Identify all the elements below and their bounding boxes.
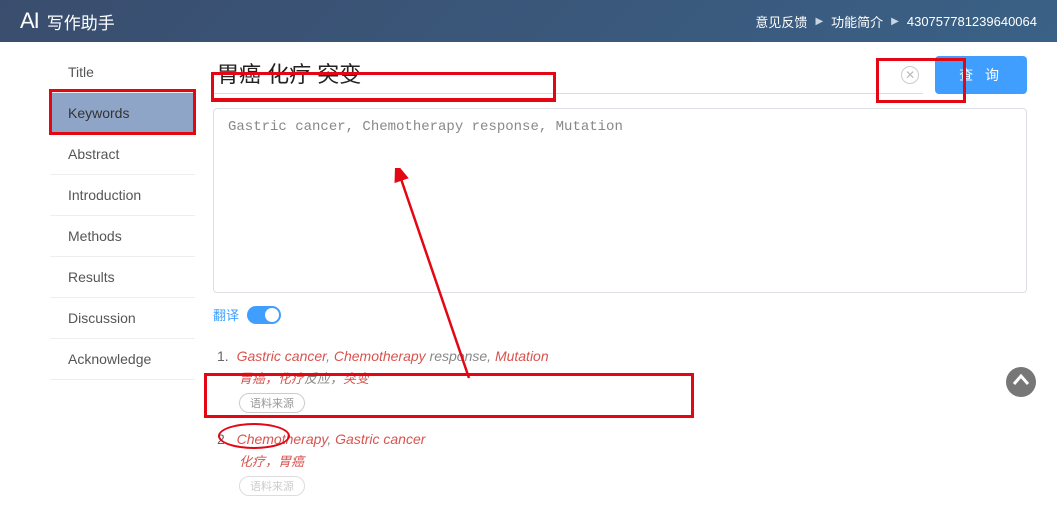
- source-button[interactable]: 语料来源: [239, 476, 305, 496]
- result-cn[interactable]: 化疗，胃癌: [239, 451, 1027, 470]
- search-input-wrap: ✕: [213, 56, 923, 94]
- scroll-top-button[interactable]: [1001, 362, 1041, 402]
- translate-label: 翻译: [213, 305, 239, 324]
- user-id[interactable]: 430757781239640064: [907, 14, 1037, 29]
- result-cn[interactable]: 胃癌，化疗反应，突变: [239, 368, 1027, 387]
- clear-icon[interactable]: ✕: [901, 66, 919, 84]
- translate-row: 翻译: [213, 305, 1027, 324]
- header: AI 写作助手 意见反馈 ▶ 功能简介 ▶ 430757781239640064: [0, 0, 1057, 42]
- chevron-right-icon: ▶: [815, 16, 823, 27]
- main-panel: ✕ 查 询 Gastric cancer, Chemotherapy respo…: [195, 42, 1057, 514]
- result-item: 1. Gastric cancer, Chemotherapy response…: [217, 348, 1027, 413]
- search-input[interactable]: [217, 60, 895, 86]
- sidebar-item-results[interactable]: Results: [50, 257, 195, 298]
- result-item: 2. Chemotherapy, Gastric cancer 化疗，胃癌 语料…: [217, 431, 1027, 496]
- results-list: 1. Gastric cancer, Chemotherapy response…: [213, 348, 1027, 496]
- chevron-right-icon: ▶: [891, 16, 899, 27]
- sidebar-item-title[interactable]: Title: [50, 52, 195, 93]
- sidebar: Title Keywords Abstract Introduction Met…: [0, 42, 195, 514]
- result-en[interactable]: Chemotherapy, Gastric cancer: [237, 431, 426, 447]
- query-button[interactable]: 查 询: [935, 56, 1027, 94]
- translate-toggle[interactable]: [247, 306, 281, 324]
- result-en[interactable]: Gastric cancer, Chemotherapy response, M…: [237, 348, 549, 364]
- sidebar-item-acknowledge[interactable]: Acknowledge: [50, 339, 195, 380]
- link-features[interactable]: 功能简介: [831, 12, 883, 31]
- arrow-up-circle-icon: [1004, 365, 1038, 399]
- source-button[interactable]: 语料来源: [239, 393, 305, 413]
- output-text: Gastric cancer, Chemotherapy response, M…: [228, 119, 1012, 135]
- header-right: 意见反馈 ▶ 功能简介 ▶ 430757781239640064: [755, 12, 1037, 31]
- result-num: 2.: [217, 431, 229, 447]
- logo-cn: 写作助手: [47, 9, 115, 34]
- sidebar-item-keywords[interactable]: Keywords: [50, 93, 195, 134]
- sidebar-item-discussion[interactable]: Discussion: [50, 298, 195, 339]
- result-num: 1.: [217, 348, 229, 364]
- output-textarea[interactable]: Gastric cancer, Chemotherapy response, M…: [213, 108, 1027, 293]
- logo: AI: [20, 8, 39, 34]
- sidebar-item-methods[interactable]: Methods: [50, 216, 195, 257]
- search-row: ✕ 查 询: [213, 56, 1027, 94]
- sidebar-item-abstract[interactable]: Abstract: [50, 134, 195, 175]
- sidebar-item-introduction[interactable]: Introduction: [50, 175, 195, 216]
- link-feedback[interactable]: 意见反馈: [755, 12, 807, 31]
